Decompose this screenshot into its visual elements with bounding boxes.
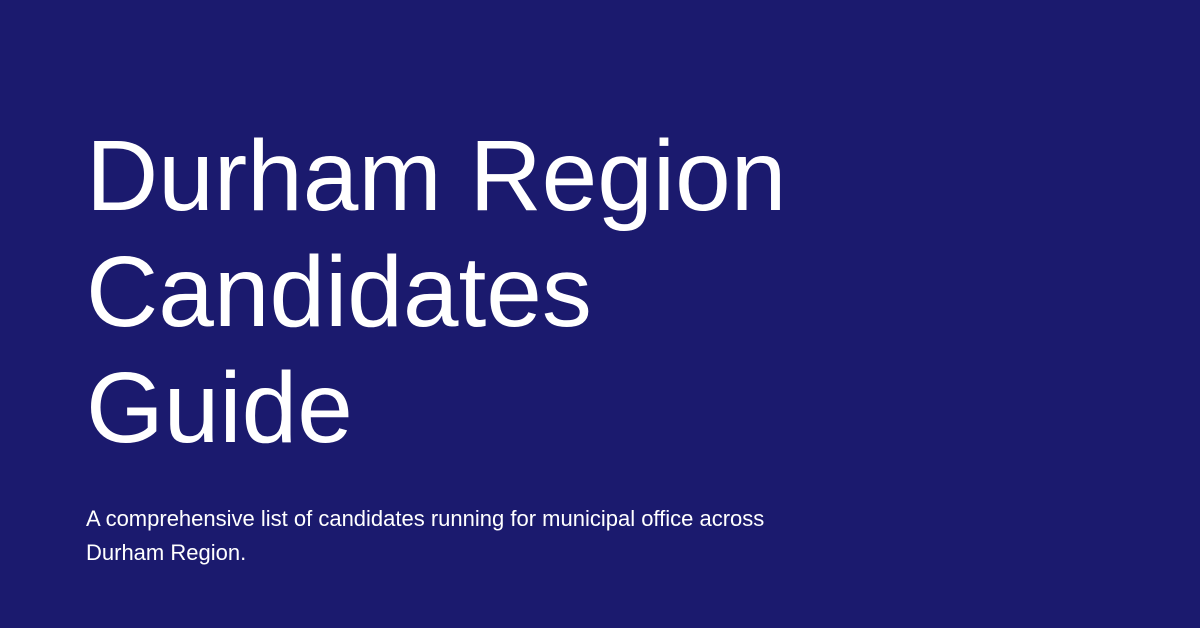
page-title: Durham Region Candidates Guide: [86, 118, 906, 466]
page-subtitle: A comprehensive list of candidates runni…: [86, 506, 765, 565]
hero-content: Durham Region Candidates Guide A compreh…: [86, 118, 906, 570]
title-line-2: Candidates: [86, 236, 592, 348]
title-line-3: Guide: [86, 352, 353, 464]
title-line-1: Durham Region: [86, 120, 787, 232]
hero-card: Durham Region Candidates Guide A compreh…: [0, 0, 1200, 628]
